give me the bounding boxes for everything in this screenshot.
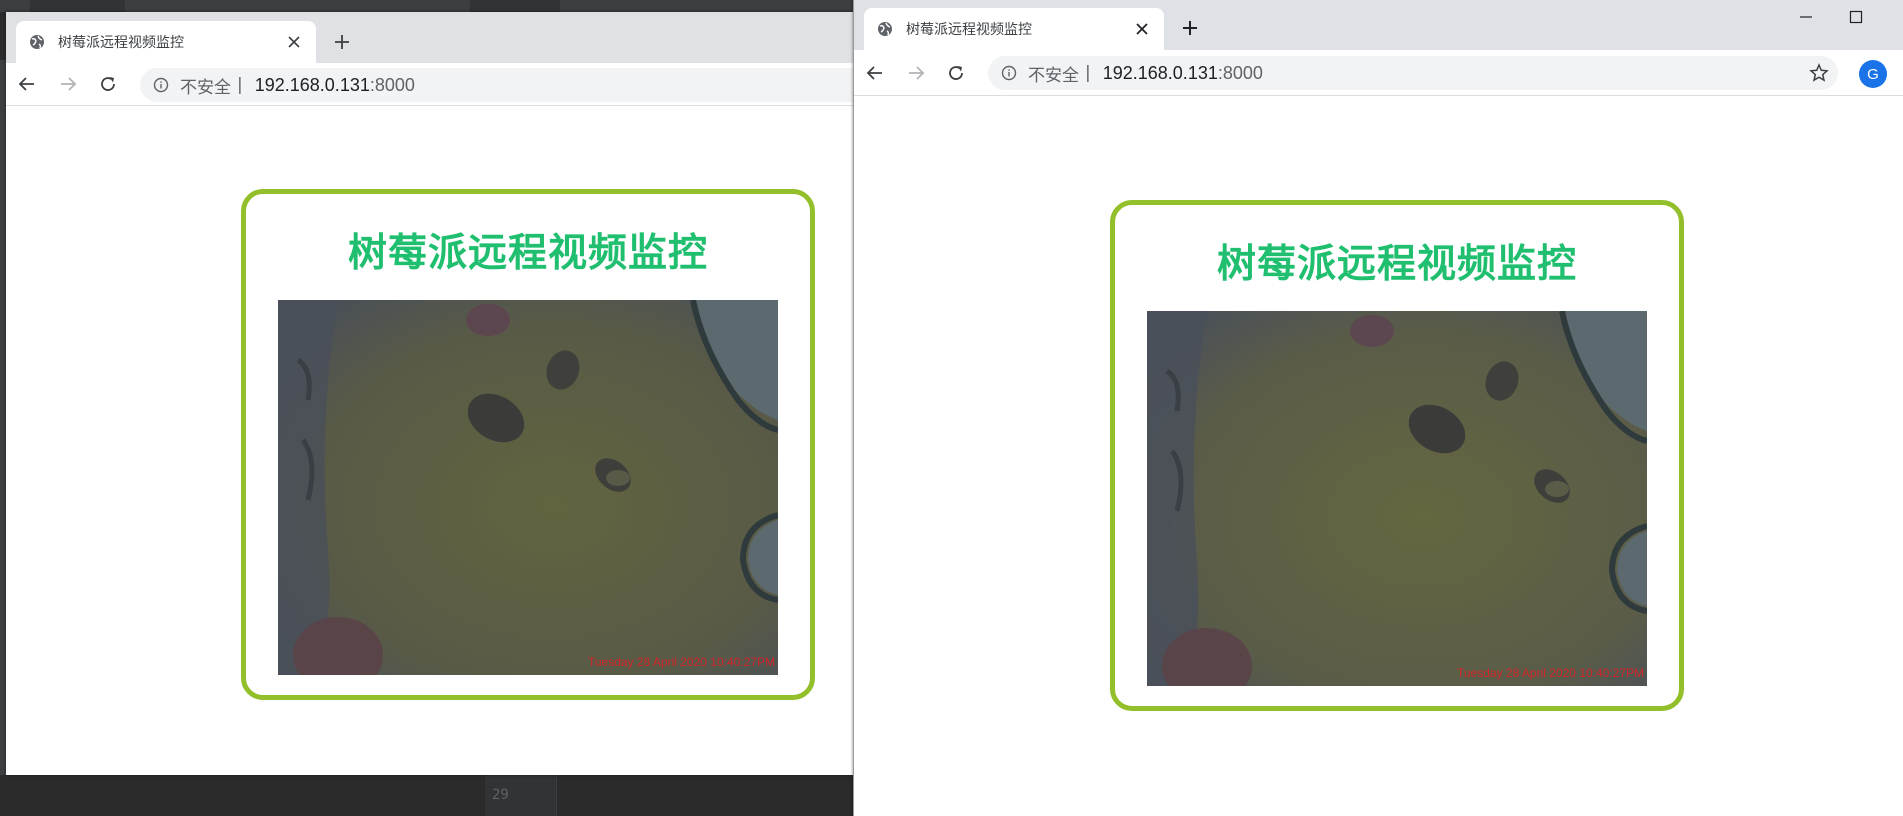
- page-title: 树莓派远程视频监控: [1216, 242, 1577, 287]
- minimize-icon[interactable]: [1781, 0, 1831, 34]
- forward-icon[interactable]: [53, 69, 83, 99]
- browser-window-left[interactable]: 树莓派远程视频监控 不安全 | 192.168.0.131 :8000 树莓派远…: [6, 12, 860, 775]
- address-host: 192.168.0.131: [1102, 62, 1218, 83]
- tab-title: 树莓派远程视频监控: [906, 22, 1032, 38]
- browser-window-right[interactable]: 树莓派远程视频监控 不安全 | 192.168.0.131:8000 G 树莓…: [853, 0, 1903, 816]
- close-icon[interactable]: [1132, 19, 1152, 39]
- tab-active[interactable]: 树莓派远程视频监控: [864, 8, 1164, 50]
- tab-strip: 树莓派远程视频监控: [6, 12, 860, 63]
- forward-icon[interactable]: [901, 58, 931, 88]
- maximize-icon[interactable]: [1831, 0, 1881, 34]
- monitor-card: 树莓派远程视频监控 Tuesday 28 April 2020 10:40:27…: [1110, 200, 1684, 711]
- video-stream: Tuesday 28 April 2020 10:40:27PM: [278, 300, 778, 675]
- browser-toolbar: 不安全 | 192.168.0.131 :8000 G: [854, 50, 1903, 96]
- address-bar[interactable]: 不安全 | 192.168.0.131 :8000: [988, 56, 1838, 90]
- video-stream: Tuesday 28 April 2020 10:40:27PM: [1147, 311, 1647, 686]
- reload-icon[interactable]: [93, 69, 123, 99]
- address-host: 192.168.0.131: [254, 74, 370, 95]
- tab-strip: 树莓派远程视频监控: [854, 0, 1903, 50]
- tab-active[interactable]: 树莓派远程视频监控: [16, 21, 316, 63]
- security-label: 不安全: [180, 77, 231, 98]
- avatar[interactable]: G: [1859, 60, 1887, 88]
- globe-icon: [28, 33, 46, 51]
- info-icon[interactable]: [1000, 64, 1018, 82]
- reload-icon[interactable]: [941, 58, 971, 88]
- address-bar[interactable]: 不安全 | 192.168.0.131 :8000: [140, 68, 860, 102]
- background-ide-editor: 29: [0, 775, 860, 816]
- close-icon[interactable]: [284, 32, 304, 52]
- globe-icon: [876, 20, 894, 38]
- page-title: 树莓派远程视频监控: [347, 231, 708, 276]
- video-timestamp: Tuesday 28 April 2020 10:40:27PM: [587, 655, 775, 669]
- tab-title: 树莓派远程视频监控: [58, 35, 184, 51]
- address-port: :8000: [369, 74, 415, 95]
- browser-toolbar: 不安全 | 192.168.0.131 :8000: [6, 63, 860, 106]
- back-icon[interactable]: [860, 58, 890, 88]
- ide-line-number: 29: [492, 787, 509, 803]
- address-separator: |: [237, 75, 243, 95]
- address-separator: |: [1085, 63, 1091, 83]
- address-port: :8000: [1217, 62, 1263, 83]
- star-icon[interactable]: [1809, 63, 1831, 85]
- monitor-card: 树莓派远程视频监控 Tuesday 28 April 2020 10:40:27…: [241, 189, 815, 700]
- page-content: 树莓派远程视频监控 Tuesday 28 April 2020 10:40:27…: [854, 97, 1903, 816]
- plus-icon[interactable]: [328, 28, 356, 56]
- page-content: 树莓派远程视频监控 Tuesday 28 April 2020 10:40:27…: [6, 107, 860, 775]
- plus-icon[interactable]: [1176, 14, 1204, 42]
- back-icon[interactable]: [12, 69, 42, 99]
- info-icon[interactable]: [152, 76, 170, 94]
- security-label: 不安全: [1028, 65, 1079, 86]
- video-timestamp: Tuesday 28 April 2020 10:40:27PM: [1456, 666, 1644, 680]
- background-ide-topbar: [0, 0, 860, 12]
